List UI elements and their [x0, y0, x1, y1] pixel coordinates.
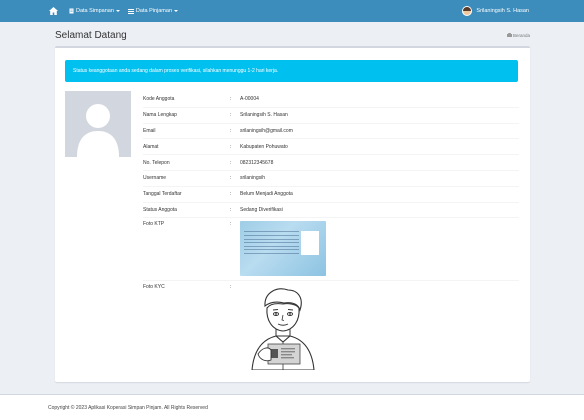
- table-row: Status Anggota: Sedang Diverifikasi: [143, 203, 519, 219]
- row-separator: :: [230, 159, 232, 166]
- nav-data-pinjaman-label: Data Pinjaman: [135, 8, 172, 14]
- profile-info-table: Kode Anggota: A-00004 Nama Lengkap: Srilan…: [143, 92, 519, 376]
- table-row: Nama Lengkap: Srilaningsih S. Hasan: [143, 108, 519, 124]
- row-value: srilaningsih@gmail.com: [240, 127, 293, 134]
- table-row: Tanggal Terdaftar: Belum Menjadi Anggota: [143, 187, 519, 203]
- row-value: Kabupaten Pohuwato: [240, 143, 288, 150]
- row-label: Nama Lengkap: [143, 112, 177, 119]
- table-row: Kode Anggota: A-00004: [143, 92, 519, 108]
- avatar: [462, 6, 473, 16]
- nav-data-pinjaman[interactable]: Data Pinjaman: [127, 0, 178, 22]
- table-row: No. Telepon: 082312345678: [143, 155, 519, 171]
- row-separator: :: [230, 191, 232, 198]
- breadcrumb[interactable]: Beranda: [506, 32, 530, 38]
- kyc-selfie-illustration[interactable]: [240, 284, 326, 371]
- row-label: Email: [143, 127, 156, 134]
- table-row: Alamat: Kabupaten Pohuwato: [143, 139, 519, 156]
- row-value: [240, 221, 519, 277]
- row-label: Username: [143, 175, 167, 182]
- table-row: Username: srilaningsih: [143, 171, 519, 187]
- row-separator: :: [230, 127, 232, 134]
- alert-text: Status keanggotaan anda sedang dalam pro…: [73, 68, 279, 74]
- ktp-text-lines: [244, 231, 299, 256]
- caret-down-icon: [115, 10, 120, 12]
- row-label: Foto KTP: [143, 221, 165, 228]
- row-label: Tanggal Terdaftar: [143, 191, 182, 198]
- user-name: Srilaningsih S. Hasan: [476, 8, 529, 14]
- row-value: [240, 284, 519, 372]
- list-icon: [127, 8, 134, 14]
- row-value: Sedang Diverifikasi: [240, 206, 283, 213]
- top-navbar: Data Simpanan Data Pinjaman Srilaningsih…: [0, 0, 584, 22]
- ktp-image[interactable]: [240, 221, 326, 277]
- table-row-foto-ktp: Foto KTP :: [143, 218, 519, 282]
- row-label: No. Telepon: [143, 159, 170, 166]
- breadcrumb-home: Beranda: [512, 32, 530, 38]
- user-menu[interactable]: Srilaningsih S. Hasan: [462, 0, 529, 22]
- row-separator: :: [230, 96, 232, 103]
- home-button[interactable]: [45, 0, 61, 22]
- row-value: srilaningsih: [240, 175, 266, 182]
- profile-photo-placeholder: [65, 91, 131, 157]
- page-title: Selamat Datang: [55, 29, 127, 41]
- row-value: Belum Menjadi Anggota: [240, 191, 293, 198]
- document-icon: [69, 8, 74, 14]
- verification-alert: Status keanggotaan anda sedang dalam pro…: [65, 60, 518, 82]
- row-separator: :: [230, 143, 232, 150]
- row-separator: :: [230, 221, 232, 228]
- row-label: Kode Anggota: [143, 96, 175, 103]
- caret-down-icon: [174, 10, 178, 12]
- row-separator: :: [230, 206, 232, 213]
- ktp-photo-box: [301, 231, 319, 256]
- row-separator: :: [230, 112, 232, 119]
- row-separator: :: [230, 175, 232, 182]
- row-label: Alamat: [143, 143, 159, 150]
- nav-data-simpanan-label: Data Simpanan: [76, 8, 114, 14]
- row-separator: :: [230, 284, 232, 291]
- profile-box: Status keanggotaan anda sedang dalam pro…: [55, 46, 530, 382]
- row-label: Status Anggota: [143, 206, 177, 213]
- row-value: A-00004: [240, 96, 259, 103]
- nav-data-simpanan[interactable]: Data Simpanan: [69, 0, 120, 22]
- row-value: 082312345678: [240, 159, 274, 166]
- table-row: Email: srilaningsih@gmail.com: [143, 124, 519, 140]
- content-header: Selamat Datang Beranda: [55, 27, 530, 43]
- home-icon: [48, 7, 58, 15]
- footer-text: Copyright © 2023 Aplikasi Koperasi Simpa…: [48, 405, 208, 411]
- row-value: Srilaningsih S. Hasan: [240, 112, 288, 119]
- user-silhouette-icon: [77, 104, 119, 157]
- dashboard-icon: [506, 33, 512, 37]
- table-row-foto-kyc: Foto KYC :: [143, 281, 519, 376]
- row-label: Foto KYC: [143, 284, 165, 291]
